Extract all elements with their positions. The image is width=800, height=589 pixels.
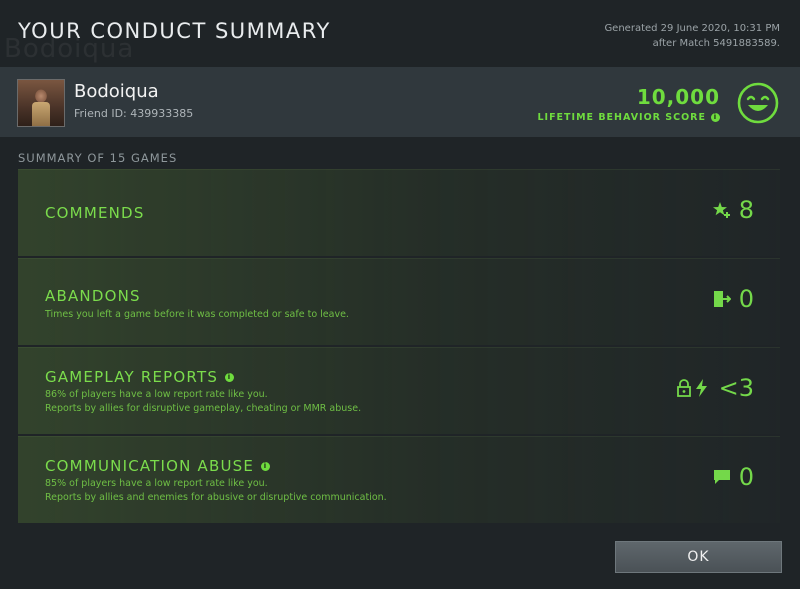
card-description: 86% of players have a low report rate li… xyxy=(45,388,361,416)
exit-door-icon xyxy=(713,291,731,307)
card-title: GAMEPLAY REPORTS i xyxy=(45,368,235,386)
card-title: COMMUNICATION ABUSE i xyxy=(45,457,271,475)
player-bar: Bodoiqua Friend ID: 439933385 10,000 LIF… xyxy=(0,67,800,137)
info-icon[interactable]: i xyxy=(711,113,720,122)
ok-button[interactable]: OK xyxy=(615,541,782,573)
card-description-line: Times you left a game before it was comp… xyxy=(45,309,349,320)
behavior-score-label-text: LIFETIME BEHAVIOR SCORE xyxy=(537,112,706,123)
behavior-score-value: 10,000 xyxy=(636,85,720,109)
card-title: ABANDONS xyxy=(45,287,141,305)
chat-bubble-icon xyxy=(713,470,730,484)
card-title-text: COMMENDS xyxy=(45,204,145,222)
card-title-text: GAMEPLAY REPORTS xyxy=(45,368,219,386)
abandons-count: 0 xyxy=(738,285,754,313)
info-icon[interactable]: i xyxy=(261,461,271,471)
card-title-text: ABANDONS xyxy=(45,287,141,305)
info-icon[interactable]: i xyxy=(225,372,235,382)
card-value: 8 xyxy=(712,196,754,224)
behavior-score-label: LIFETIME BEHAVIOR SCORE i xyxy=(537,112,720,123)
commends-card: COMMENDS 8 xyxy=(18,169,780,256)
communication-abuse-count: 0 xyxy=(738,463,754,491)
commends-count: 8 xyxy=(738,196,754,224)
player-name: Bodoiqua xyxy=(74,81,159,102)
card-description: Times you left a game before it was comp… xyxy=(45,308,349,322)
generated-info: Generated 29 June 2020, 10:31 PM after M… xyxy=(604,21,780,51)
gameplay-reports-count: <3 xyxy=(718,374,754,402)
abandons-card: ABANDONS Times you left a game before it… xyxy=(18,258,780,345)
header: YOUR CONDUCT SUMMARY Generated 29 June 2… xyxy=(0,0,800,66)
card-description-line: 85% of players have a low report rate li… xyxy=(45,478,268,489)
communication-abuse-card: COMMUNICATION ABUSE i 85% of players hav… xyxy=(18,436,780,523)
card-value: 0 xyxy=(713,285,754,313)
card-title: COMMENDS xyxy=(45,204,145,222)
friend-id: Friend ID: 439933385 xyxy=(74,107,194,120)
card-description-line: Reports by allies for disruptive gamepla… xyxy=(45,403,362,414)
smiley-face-icon xyxy=(737,82,779,124)
card-description: 85% of players have a low report rate li… xyxy=(45,477,387,505)
page-title: YOUR CONDUCT SUMMARY xyxy=(18,19,331,43)
avatar xyxy=(17,79,65,127)
card-value: <3 xyxy=(676,374,754,402)
lock-lightning-icon xyxy=(676,379,707,397)
card-title-text: COMMUNICATION ABUSE xyxy=(45,457,255,475)
generated-date: Generated 29 June 2020, 10:31 PM xyxy=(604,23,780,34)
card-description-line: 86% of players have a low report rate li… xyxy=(45,389,268,400)
star-plus-icon xyxy=(712,202,730,218)
card-value: 0 xyxy=(713,463,754,491)
gameplay-reports-card: GAMEPLAY REPORTS i 86% of players have a… xyxy=(18,347,780,434)
card-description-line: Reports by allies and enemies for abusiv… xyxy=(45,492,387,503)
summary-cards: COMMENDS 8 ABANDONS Times you left a gam… xyxy=(18,169,780,525)
summary-label: SUMMARY OF 15 GAMES xyxy=(18,151,178,165)
generated-match: after Match 5491883589. xyxy=(652,38,780,49)
